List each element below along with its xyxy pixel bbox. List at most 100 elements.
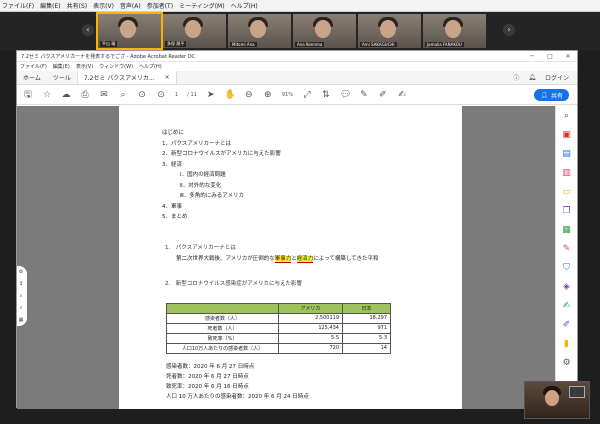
select-cursor-icon[interactable]: ➤ — [206, 90, 216, 100]
bookmark-star-icon[interactable]: ☆ — [42, 90, 52, 100]
table-cell: 125,434 — [278, 322, 343, 334]
participant-tile[interactable]: 平山 瑠 — [96, 12, 163, 50]
print-icon[interactable]: ⎙ — [80, 90, 90, 100]
export-pdf-icon[interactable]: ▣ — [561, 128, 573, 142]
table-cell: 18,297 — [342, 312, 391, 324]
section-1-heading: 1. パクスアメリカーナとは — [165, 244, 236, 251]
section-2-heading: 2. 新型コロナウイルス感染症がアメリカに与えた影響 — [165, 280, 302, 287]
login-link[interactable]: ログイン — [545, 73, 569, 82]
zoom-menu-help[interactable]: ヘルプ(H) — [231, 1, 258, 10]
fill-sign-icon[interactable]: ✎ — [561, 242, 573, 256]
tools-icon[interactable]: ⚙ — [19, 269, 23, 275]
participant-tile[interactable]: 多保 翔平 — [163, 14, 226, 48]
zoom-in-icon[interactable]: ⊕ — [263, 90, 273, 100]
participant-tile[interactable]: Ami SAKAGUCHI — [358, 14, 421, 48]
toc-subitem: Ⅲ．多角的にみるアメリカ — [180, 193, 245, 199]
optimize-icon[interactable]: ◈ — [561, 280, 573, 294]
table-cell: 人口10万人あたりの感染者数（人） — [166, 342, 279, 354]
page-number-input[interactable]: 1 — [175, 90, 178, 100]
main-toolbar: 🖫 ☆ ☁ ⎙ ✉ ⌕ ⊙ ⊙ 1 / 11 ➤ ✋ ⊖ ⊕ 91% ⤢ ⇅ 💬… — [17, 85, 577, 105]
email-icon[interactable]: ✉ — [99, 90, 109, 100]
table-header: 日本 — [342, 302, 391, 314]
share-button[interactable]: 👤︎ 共有 — [534, 89, 569, 101]
grid-icon[interactable]: ▦ — [19, 317, 24, 323]
protect-icon[interactable]: ⛉ — [561, 261, 573, 275]
create-pdf-icon[interactable]: ▤ — [561, 147, 573, 161]
note-line: 死者数：2020 年 6 月 27 日時点 — [166, 373, 249, 380]
zoom-menu-edit[interactable]: 編集(E) — [40, 1, 60, 10]
combine-files-icon[interactable]: ❐ — [561, 204, 573, 218]
menu-file[interactable]: ファイル(F) — [20, 63, 47, 70]
highlight-icon[interactable]: ✐ — [378, 90, 388, 100]
table-header: アメリカ — [278, 302, 343, 314]
rich-media-icon[interactable]: ▮ — [561, 337, 573, 351]
participant-name: Mitomi Ana — [230, 42, 257, 47]
menu-view[interactable]: 表示(V) — [76, 63, 93, 70]
gallery-prev-icon[interactable]: ‹ — [82, 24, 94, 36]
zoom-icon[interactable]: ⌕ — [20, 293, 23, 299]
arrow-icon[interactable]: ↕ — [19, 281, 23, 287]
page-up-icon[interactable]: ⊙ — [137, 90, 147, 100]
zoom-search-icon[interactable]: ⌕ — [118, 90, 128, 100]
close-window-icon[interactable]: ✕ — [559, 53, 577, 60]
zoom-menu-share[interactable]: 共有(S) — [67, 1, 88, 10]
hand-tool-icon[interactable]: ✋ — [225, 90, 236, 100]
gallery-next-icon[interactable]: › — [503, 24, 515, 36]
pdf-page: はじめに 1．パクスアメリカーナとは 2．新型コロナウイルスがアメリカに与えた影… — [119, 106, 462, 409]
zoom-menu-view[interactable]: 表示(V) — [93, 1, 114, 10]
menu-window[interactable]: ウィンドウ(W) — [99, 63, 133, 70]
send-sign-icon[interactable]: ✍ — [561, 299, 573, 313]
zoom-menu-participants[interactable]: 参加者(T) — [147, 1, 173, 10]
participant-tile[interactable]: Jamalia FANAKOU — [423, 14, 486, 48]
tab-home[interactable]: ホーム — [17, 71, 47, 84]
toc-item: はじめに — [162, 130, 185, 136]
zoom-menu-audio[interactable]: 音声(A) — [120, 1, 141, 10]
table-row: 感染者数（人） 2,500119 18,297 — [166, 312, 391, 324]
comment-icon[interactable]: ▭ — [561, 185, 573, 199]
zoom-menu-file[interactable]: ファイル(F) — [2, 1, 34, 10]
highlighted-text: 軍事力 — [274, 255, 292, 263]
scroll-mode-icon[interactable]: ⇅ — [321, 90, 331, 100]
bell-icon[interactable]: 🔔︎ — [528, 74, 536, 81]
edit-pdf-icon[interactable]: ▥ — [561, 166, 573, 180]
menu-edit[interactable]: 編集(E) — [53, 63, 70, 70]
tab-close-icon[interactable]: × — [165, 74, 170, 81]
self-view-video[interactable] — [524, 381, 590, 419]
zoom-out-icon[interactable]: ⊖ — [244, 90, 254, 100]
pen-icon[interactable]: ✎ — [359, 90, 369, 100]
menu-help[interactable]: ヘルプ(H) — [139, 63, 162, 70]
help-icon[interactable]: ⓘ — [513, 73, 519, 82]
upload-cloud-icon[interactable]: ☁ — [61, 90, 71, 100]
prepare-form-icon[interactable]: ✐ — [561, 318, 573, 332]
zoom-menu-meeting[interactable]: ミーティング(M) — [179, 1, 225, 10]
document-workspace[interactable]: ⚙ ↕ ⌕ ⌕ ▦ はじめに 1．パクスアメリカーナとは 2．新型コロナウイルス… — [17, 106, 557, 409]
note-line: 致死率：2020 年 6 月 16 日時点 — [166, 383, 249, 390]
tab-document-label: 7.2ゼミ パクスアメリカ... — [83, 75, 155, 82]
tab-tools[interactable]: ツール — [47, 71, 77, 84]
table-cell: 14 — [342, 342, 391, 354]
comment-icon[interactable]: 💬︎ — [340, 90, 351, 100]
tab-document[interactable]: 7.2ゼミ パクスアメリカ... × — [76, 71, 177, 84]
save-icon[interactable]: 🖫 — [23, 90, 33, 100]
fit-page-icon[interactable]: ⤢ — [302, 90, 312, 100]
maximize-icon[interactable]: □ — [541, 53, 559, 60]
table-row: 致死率（%） 5.5 5.3 — [166, 332, 391, 344]
table-cell: 5.5 — [278, 332, 343, 344]
page-down-icon[interactable]: ⊙ — [156, 90, 166, 100]
more-tools-icon[interactable]: ⚙ — [561, 356, 573, 370]
covid-stats-table: アメリカ 日本 感染者数（人） 2,500119 18,297 死者数（人） 1… — [166, 302, 391, 354]
para-text: 第二次世界大戦後、アメリカが圧倒的な — [176, 255, 275, 262]
participant-name: Jamalia FANAKOU — [425, 42, 464, 47]
minimize-icon[interactable]: ─ — [523, 53, 541, 60]
toc-item: 3．経済 — [162, 161, 182, 168]
zoom-level-select[interactable]: 91% — [282, 90, 293, 100]
note-line: 人口 10 万人あたりの感染者数：2020 年 6 月 24 日時点 — [166, 393, 309, 400]
table-cell: 720 — [278, 342, 343, 354]
zoom-search-icon[interactable]: ⌕ — [561, 109, 573, 123]
participant-tile[interactable]: Mitomi Ana — [228, 14, 291, 48]
organize-pages-icon[interactable]: ▦ — [561, 223, 573, 237]
magnifier-icon[interactable]: ⌕ — [20, 305, 23, 311]
sign-icon[interactable]: ✍ — [397, 90, 407, 100]
participant-tile[interactable]: Ana Kennma — [293, 14, 356, 48]
highlighted-text: 経済力 — [296, 255, 314, 263]
